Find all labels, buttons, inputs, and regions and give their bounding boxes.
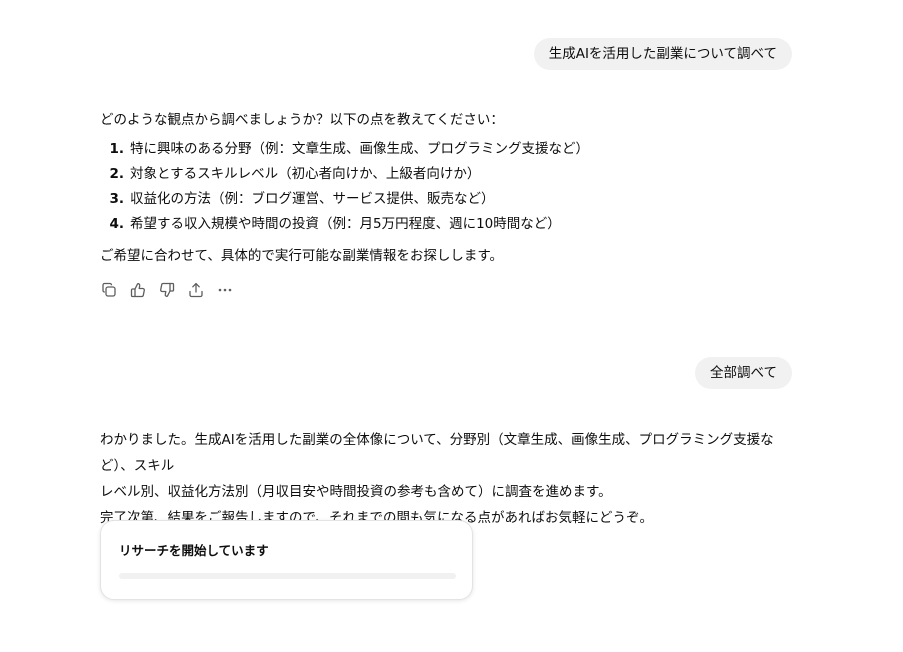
research-status-card[interactable]: リサーチを開始しています [100, 520, 473, 600]
numbered-list: 1. 特に興味のある分野（例：文章生成、画像生成、プログラミング支援など） 2.… [100, 137, 793, 237]
user-message-bubble: 全部調べて [695, 357, 792, 389]
research-status-title: リサーチを開始しています [119, 543, 269, 558]
assistant-intro-text: どのような観点から調べましょうか？以下の点を教えてください： [100, 112, 504, 128]
thumbs-down-button[interactable] [158, 281, 176, 299]
thumbs-up-button[interactable] [129, 281, 147, 299]
thumbs-down-icon [160, 282, 175, 297]
copy-button[interactable] [100, 281, 118, 299]
assistant-text-line: わかりました。生成AIを活用した副業の全体像について、分野別（文章生成、画像生成… [100, 432, 774, 474]
more-button[interactable] [216, 281, 234, 299]
list-item: 1. 特に興味のある分野（例：文章生成、画像生成、プログラミング支援など） [100, 137, 793, 162]
list-item-text: 希望する収入規模や時間の投資（例：月5万円程度、週に10時間など） [130, 216, 561, 232]
user-message-bubble: 生成AIを活用した副業について調べて [533, 38, 792, 70]
assistant-closing-text: ご希望に合わせて、具体的で実行可能な副業情報をお探しします。 [100, 248, 503, 264]
list-item: 2. 対象とするスキルレベル（初心者向けか、上級者向けか） [100, 162, 793, 187]
list-item-text: 特に興味のある分野（例：文章生成、画像生成、プログラミング支援など） [130, 141, 589, 157]
list-item-text: 収益化の方法（例：ブログ運営、サービス提供、販売など） [130, 191, 495, 207]
assistant-message: どのような観点から調べましょうか？以下の点を教えてください： 1. 特に興味のあ… [100, 109, 793, 267]
list-item-text: 対象とするスキルレベル（初心者向けか、上級者向けか） [130, 166, 481, 182]
research-progress-bar [119, 573, 456, 579]
share-button[interactable] [187, 281, 205, 299]
more-icon [218, 288, 232, 292]
assistant-message: わかりました。生成AIを活用した副業の全体像について、分野別（文章生成、画像生成… [100, 427, 793, 531]
chat-page: 生成AIを活用した副業について調べて どのような観点から調べましょうか？以下の点… [0, 0, 903, 652]
list-item-number: 4. [109, 216, 124, 232]
thumbs-up-icon [130, 283, 145, 298]
list-item-number: 1. [109, 141, 124, 157]
list-item-number: 3. [109, 191, 124, 207]
list-item-number: 2. [109, 166, 124, 182]
list-item: 3. 収益化の方法（例：ブログ運営、サービス提供、販売など） [100, 187, 793, 212]
share-icon [189, 282, 203, 298]
message-action-bar [100, 281, 234, 299]
assistant-text-line: レベル別、収益化方法別（月収目安や時間投資の参考も含めて）に調査を進めます。 [100, 484, 612, 500]
copy-icon [102, 282, 116, 297]
list-item: 4. 希望する収入規模や時間の投資（例：月5万円程度、週に10時間など） [100, 212, 793, 237]
